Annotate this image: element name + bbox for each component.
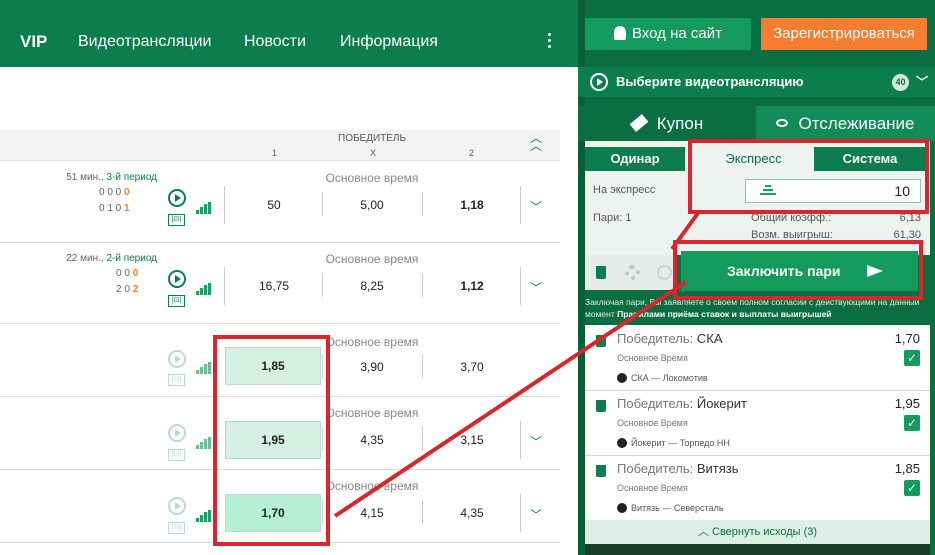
annotation-arrow <box>670 211 700 251</box>
annotation-arrows <box>333 211 700 518</box>
annotation-arrow <box>333 280 688 518</box>
